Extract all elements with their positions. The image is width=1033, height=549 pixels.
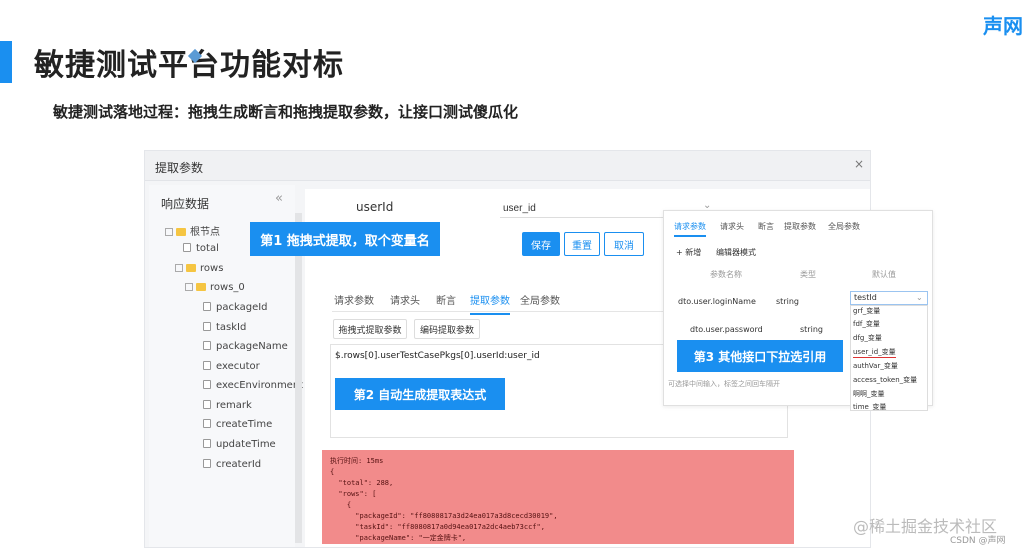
- drag-extract-button[interactable]: 拖拽式提取参数: [333, 319, 407, 339]
- file-icon: [203, 439, 211, 448]
- param-row-type: string: [776, 297, 799, 306]
- folder-icon: [176, 228, 186, 236]
- tree-scrollbar[interactable]: [295, 213, 302, 543]
- tree-node-root[interactable]: 根节点: [165, 223, 220, 238]
- popup-tab-request-headers[interactable]: 请求头: [720, 221, 744, 232]
- tree-node-field[interactable]: execEnvironment: [203, 380, 303, 391]
- folder-icon: [186, 264, 196, 272]
- tab-request-params[interactable]: 请求参数: [334, 292, 374, 307]
- popup-add-button[interactable]: + 新增: [676, 247, 701, 258]
- response-line: "packageId": "ff8080817a3d24ea017a3d8cec…: [330, 512, 558, 520]
- tree-node-total[interactable]: total: [183, 243, 219, 254]
- dropdown-option[interactable]: fdf_变量: [853, 319, 880, 329]
- cancel-button[interactable]: 取消: [604, 232, 644, 256]
- tree-node-field[interactable]: createrId: [203, 459, 261, 470]
- reset-button[interactable]: 重置: [564, 232, 600, 256]
- tree-node-field[interactable]: executor: [203, 361, 260, 372]
- param-row-type: string: [800, 325, 823, 334]
- save-button[interactable]: 保存: [522, 232, 560, 256]
- dropdown-option[interactable]: 啊啊_变量: [853, 389, 885, 399]
- variable-dropdown-list: grf_变量 fdf_变量 dfg_变量 user_id_变量 authVar_…: [850, 305, 928, 411]
- popup-tab-assertions[interactable]: 断言: [758, 221, 774, 232]
- popup-tab-global-params[interactable]: 全局参数: [828, 221, 860, 232]
- toggle-icon[interactable]: [175, 264, 183, 272]
- callout-step2: 第2 自动生成提取表达式: [335, 378, 505, 410]
- popup-edit-mode-button[interactable]: 编辑器模式: [716, 247, 756, 258]
- csdn-credit: CSDN @声网: [950, 536, 1006, 546]
- toggle-icon[interactable]: [165, 228, 173, 236]
- tree-node-field[interactable]: packageName: [203, 341, 288, 352]
- dialog-title: 提取参数: [155, 161, 204, 175]
- tree-node-field[interactable]: createTime: [203, 419, 272, 430]
- dropdown-option[interactable]: time_变量: [853, 402, 886, 410]
- collapse-icon[interactable]: «: [275, 191, 283, 206]
- tree-header: 响应数据: [161, 197, 210, 211]
- tab-request-headers[interactable]: 请求头: [390, 292, 420, 307]
- response-preview: 执行时间: 15ms { "total": 288, "rows": [ { "…: [322, 450, 794, 544]
- dialog-header: 提取参数 ×: [145, 151, 870, 181]
- file-icon: [203, 419, 211, 428]
- tree-node-field[interactable]: updateTime: [203, 439, 276, 450]
- col-param-type: 类型: [800, 270, 816, 279]
- response-line: "total": 288,: [330, 479, 394, 487]
- response-line: {: [330, 501, 352, 509]
- dropdown-option[interactable]: grf_变量: [853, 306, 880, 316]
- response-time: 执行时间: 15ms: [330, 457, 384, 465]
- file-icon: [203, 361, 211, 370]
- popup-tab-extract-params[interactable]: 提取参数: [784, 221, 816, 232]
- dropdown-option[interactable]: access_token_变量: [853, 375, 917, 385]
- popup-tab-request-params[interactable]: 请求参数: [674, 221, 706, 237]
- file-icon: [203, 322, 211, 331]
- extract-expression: $.rows[0].userTestCasePkgs[0].userId:use…: [335, 351, 540, 361]
- tab-global-params[interactable]: 全局参数: [520, 292, 560, 307]
- response-line: "packageName": "一定金牌卡",: [330, 534, 467, 542]
- response-line: {: [330, 468, 335, 476]
- close-icon[interactable]: ×: [854, 157, 864, 171]
- file-icon: [203, 459, 211, 468]
- tab-extract-params[interactable]: 提取参数: [470, 292, 510, 315]
- field-label-userid: userId: [356, 200, 394, 214]
- callout-step1: 第1 拖拽式提取，取个变量名: [250, 222, 440, 256]
- title-accent-bar: [0, 41, 12, 83]
- dropdown-option[interactable]: dfg_变量: [853, 333, 882, 343]
- tree-node-rows0[interactable]: rows_0: [185, 282, 245, 293]
- tree-node-field[interactable]: remark: [203, 400, 252, 411]
- folder-icon: [196, 283, 206, 291]
- page-title: 敏捷测试平台功能对标: [34, 48, 344, 83]
- tab-assertions[interactable]: 断言: [436, 292, 456, 307]
- brand-logo: 声网: [983, 14, 1023, 38]
- response-line: "rows": [: [330, 490, 377, 498]
- response-line: "taskId": "ff8080817a0d94ea017a2dc4aeb73…: [330, 523, 545, 531]
- file-icon: [203, 341, 211, 350]
- tree-node-field[interactable]: packageId: [203, 302, 268, 313]
- tree-node-field[interactable]: taskId: [203, 322, 246, 333]
- tree-node-rows[interactable]: rows: [175, 263, 223, 274]
- col-param-default: 默认值: [872, 270, 896, 279]
- popup-hint: 可选择中间输入，标签之间回车隔开: [668, 380, 780, 388]
- page-subtitle: 敏捷测试落地过程：拖拽生成断言和拖拽提取参数，让接口测试傻瓜化: [53, 103, 519, 121]
- dropdown-option[interactable]: authVar_变量: [853, 361, 898, 371]
- col-param-name: 参数名称: [710, 270, 742, 279]
- toggle-icon[interactable]: [185, 283, 193, 291]
- code-extract-button[interactable]: 编码提取参数: [414, 319, 480, 339]
- param-row-name: dto.user.password: [690, 325, 763, 334]
- chevron-down-icon[interactable]: ⌄: [916, 293, 923, 302]
- file-icon: [183, 243, 191, 252]
- dropdown-option-selected[interactable]: user_id_变量: [853, 347, 896, 358]
- param-row-name: dto.user.loginName: [678, 297, 756, 306]
- callout-step3: 第3 其他接口下拉选引用: [677, 340, 843, 372]
- file-icon: [203, 302, 211, 311]
- file-icon: [203, 380, 211, 389]
- file-icon: [203, 400, 211, 409]
